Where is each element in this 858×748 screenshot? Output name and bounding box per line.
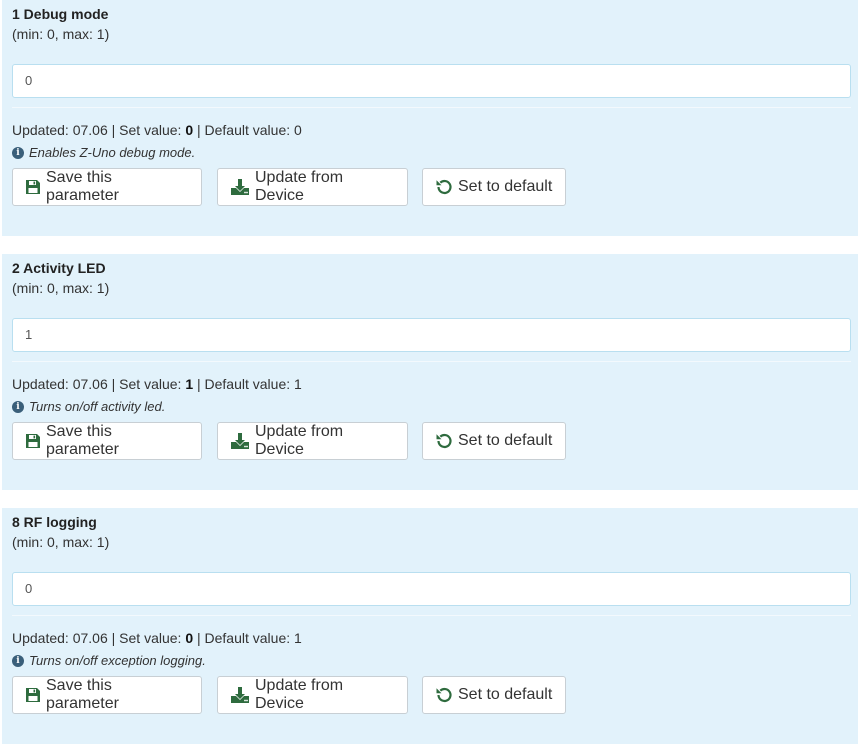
parameter-info: i Enables Z-Uno debug mode. (12, 145, 195, 160)
save-parameter-button[interactable]: Save this parameter (12, 168, 202, 206)
save-parameter-label: Save this parameter (46, 677, 119, 712)
save-parameter-button[interactable]: Save this parameter (12, 676, 202, 714)
parameter-value-input[interactable]: 0 (12, 64, 851, 98)
parameter-status: Updated: 07.06 | Set value: 1 | Default … (12, 376, 302, 392)
parameter-range: (min: 0, max: 1) (12, 26, 110, 42)
info-icon: i (12, 400, 24, 413)
update-from-device-button[interactable]: Update from Device (217, 168, 408, 206)
floppy-disk-icon (26, 434, 40, 448)
parameter-status: Updated: 07.06 | Set value: 0 | Default … (12, 122, 302, 138)
set-to-default-button[interactable]: Set to default (422, 168, 566, 206)
divider (12, 107, 851, 108)
status-set-value: 0 (185, 122, 194, 138)
status-default-label: | Default value: 0 (193, 122, 302, 138)
undo-icon (436, 179, 452, 195)
update-from-device-label: Update from Device (255, 677, 344, 712)
parameter-info-text: Turns on/off exception logging. (29, 653, 206, 668)
download-icon (231, 687, 249, 703)
divider (12, 361, 851, 362)
set-to-default-button[interactable]: Set to default (422, 422, 566, 460)
divider (12, 615, 851, 616)
set-to-default-button[interactable]: Set to default (422, 676, 566, 714)
save-parameter-button[interactable]: Save this parameter (12, 422, 202, 460)
update-from-device-label: Update from Device (255, 423, 344, 458)
update-from-device-button[interactable]: Update from Device (217, 422, 408, 460)
parameter-status: Updated: 07.06 | Set value: 0 | Default … (12, 630, 302, 646)
save-parameter-label: Save this parameter (46, 423, 119, 458)
parameter-title: 1 Debug mode (12, 6, 109, 22)
parameter-info: i Turns on/off activity led. (12, 399, 165, 414)
set-to-default-label: Set to default (458, 432, 553, 449)
parameter-value-input[interactable]: 0 (12, 572, 851, 606)
set-to-default-label: Set to default (458, 686, 553, 703)
update-from-device-button[interactable]: Update from Device (217, 676, 408, 714)
download-icon (231, 179, 249, 195)
status-default-label: | Default value: 1 (193, 630, 302, 646)
undo-icon (436, 433, 452, 449)
download-icon (231, 433, 249, 449)
floppy-disk-icon (26, 180, 40, 194)
undo-icon (436, 687, 452, 703)
parameter-info-text: Turns on/off activity led. (29, 399, 166, 414)
parameter-info: i Turns on/off exception logging. (12, 653, 206, 668)
floppy-disk-icon (26, 688, 40, 702)
parameter-value-input[interactable]: 1 (12, 318, 851, 352)
update-from-device-label: Update from Device (255, 169, 344, 204)
status-set-value: 0 (185, 630, 194, 646)
status-updated-label: Updated: 07.06 | Set value: (12, 376, 186, 392)
parameter-title: 2 Activity LED (12, 260, 106, 276)
parameter-panel: 8 RF logging (min: 0, max: 1) 0 Updated:… (2, 508, 858, 744)
info-icon: i (12, 654, 24, 667)
info-icon: i (12, 146, 24, 159)
parameter-panel: 2 Activity LED (min: 0, max: 1) 1 Update… (2, 254, 858, 490)
save-parameter-label: Save this parameter (46, 169, 119, 204)
parameter-info-text: Enables Z-Uno debug mode. (29, 145, 196, 160)
status-default-label: | Default value: 1 (193, 376, 302, 392)
status-updated-label: Updated: 07.06 | Set value: (12, 630, 186, 646)
parameter-range: (min: 0, max: 1) (12, 280, 110, 296)
set-to-default-label: Set to default (458, 178, 553, 195)
parameter-range: (min: 0, max: 1) (12, 534, 110, 550)
status-set-value: 1 (185, 376, 194, 392)
parameter-title: 8 RF logging (12, 514, 97, 530)
parameter-panel: 1 Debug mode (min: 0, max: 1) 0 Updated:… (2, 0, 858, 236)
status-updated-label: Updated: 07.06 | Set value: (12, 122, 186, 138)
